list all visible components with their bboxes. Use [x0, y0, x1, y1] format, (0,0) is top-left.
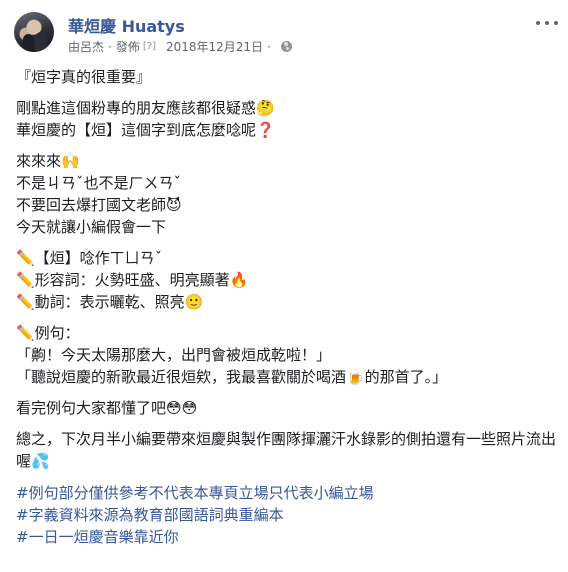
hashtag-link[interactable]: #一日一烜慶音樂靠近你 [16, 526, 556, 548]
globe-icon[interactable] [280, 41, 292, 52]
paragraph: 來來來🙌 不是ㄐㄢˇ也不是ㄏㄨㄢˇ 不要回去爆打國文老師😈 今天就讓小編假會一下 [16, 150, 556, 238]
post-text-line: 『烜字真的很重要』 [16, 68, 152, 86]
ellipsis-icon [554, 21, 558, 25]
post-text-line: ✏️形容詞：火勢旺盛、明亮顯著🔥 [16, 271, 249, 289]
post-meta: 由呂杰 · 發佈 [?] 2018年12月21日 · [68, 38, 292, 55]
paragraph: ✏️【烜】唸作ㄒㄩㄢˇ ✏️形容詞：火勢旺盛、明亮顯著🔥 ✏️動詞：表示曬乾、照… [16, 247, 556, 313]
post-text-line: ✏️例句： [16, 324, 80, 342]
hashtag-link[interactable]: #例句部分僅供參考不代表本專頁立場只代表小編立場 [16, 482, 556, 504]
post-text-line: 華烜慶的【烜】這個字到底怎麼唸呢❓ [16, 121, 275, 139]
post-text-line: ✏️動詞：表示曬乾、照亮🙂 [16, 293, 204, 311]
post-text-line: 不要回去爆打國文老師😈 [16, 196, 182, 214]
ellipsis-icon [545, 21, 549, 25]
facebook-post: 華烜慶 Huatys 由呂杰 · 發佈 [?] 2018年12月21日 · 『烜字真… [0, 0, 568, 572]
post-header: 華烜慶 Huatys 由呂杰 · 發佈 [?] 2018年12月21日 · [0, 0, 568, 60]
post-text-line: ✏️【烜】唸作ㄒㄩㄢˇ [16, 249, 163, 267]
paragraph: 『烜字真的很重要』 [16, 66, 556, 88]
paragraph: 剛點進這個粉專的朋友應該都很疑惑🤔 華烜慶的【烜】這個字到底怎麼唸呢❓ [16, 97, 556, 141]
post-text-line: 總之，下次月半小編要帶來烜慶與製作團隊揮灑汗水錄影的側拍還有一些照片流出喔💦 [16, 430, 557, 470]
avatar-figure [35, 32, 47, 52]
more-options-button[interactable] [536, 14, 558, 32]
avatar-figure [23, 34, 34, 52]
post-text-line: 剛點進這個粉專的朋友應該都很疑惑🤔 [16, 99, 275, 117]
published-label: 發佈 [115, 40, 140, 54]
paragraph: 總之，下次月半小編要帶來烜慶與製作團隊揮灑汗水錄影的側拍還有一些照片流出喔💦 [16, 428, 556, 472]
post-text-line: 今天就讓小編假會一下 [16, 218, 167, 236]
page-avatar[interactable] [14, 12, 54, 52]
help-marker[interactable]: [?] [143, 41, 156, 52]
ellipsis-icon [536, 21, 540, 25]
post-text-line: 「齁！今天太陽那麼大，出門會被烜成乾啦！」 [16, 346, 332, 364]
hashtag-list: #例句部分僅供參考不代表本專頁立場只代表小編立場 #字義資料來源為教育部國語詞典… [16, 482, 556, 548]
post-body: 『烜字真的很重要』 剛點進這個粉專的朋友應該都很疑惑🤔 華烜慶的【烜】這個字到底… [16, 66, 556, 548]
paragraph: 看完例句大家都懂了吧😳😳 [16, 397, 556, 419]
post-timestamp[interactable]: 2018年12月21日 [166, 38, 263, 55]
post-text-line: 看完例句大家都懂了吧😳😳 [16, 399, 198, 417]
page-name-link[interactable]: 華烜慶 Huatys [68, 13, 185, 37]
author-name[interactable]: 由呂杰 [68, 38, 104, 55]
paragraph: ✏️例句： 「齁！今天太陽那麼大，出門會被烜成乾啦！」 「聽說烜慶的新歌最近很烜… [16, 322, 556, 388]
post-text-line: 不是ㄐㄢˇ也不是ㄏㄨㄢˇ [16, 174, 182, 192]
hashtag-link[interactable]: #字義資料來源為教育部國語詞典重編本 [16, 504, 556, 526]
post-text-line: 「聽說烜慶的新歌最近很烜欸，我最喜歡關於喝酒🍺的那首了。」 [16, 368, 448, 386]
post-text-line: 來來來🙌 [16, 152, 80, 170]
